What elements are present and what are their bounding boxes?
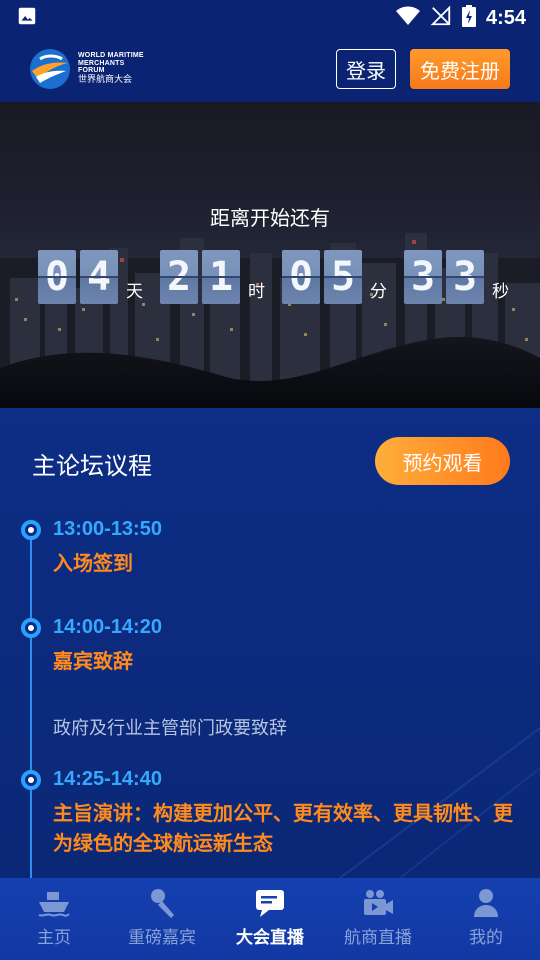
countdown-digit: 5 (324, 250, 362, 304)
brand-logo: WORLD MARITIME MERCHANTS FORUM 世界航商大会 (28, 47, 150, 91)
countdown-banner: 距离开始还有 0 4 天 2 1 时 0 5 分 3 3 秒 (0, 102, 540, 408)
nav-label: 重磅嘉宾 (128, 928, 196, 948)
timeline-line (30, 528, 32, 878)
agenda-item-title: 嘉宾致辞 (53, 649, 133, 673)
ship-icon (37, 886, 71, 920)
countdown-timer: 0 4 天 2 1 时 0 5 分 3 3 秒 (38, 250, 526, 304)
nav-item-conference-live[interactable]: 大会直播 (216, 878, 324, 960)
countdown-digit: 3 (404, 250, 442, 304)
chat-icon (253, 886, 287, 920)
countdown-unit-minute: 分 (370, 282, 387, 302)
app-header: WORLD MARITIME MERCHANTS FORUM 世界航商大会 登录… (0, 36, 540, 102)
reserve-watch-button[interactable]: 预约观看 (375, 437, 510, 485)
countdown-digit: 0 (282, 250, 320, 304)
countdown-unit-second: 秒 (492, 282, 509, 302)
countdown-digit: 3 (446, 250, 484, 304)
agenda-title: 主论坛议程 (32, 452, 152, 480)
agenda-item-title: 入场签到 (53, 551, 133, 575)
countdown-unit-day: 天 (126, 282, 143, 302)
agenda-item-time: 13:00-13:50 (53, 518, 162, 540)
nav-item-merchant-live[interactable]: 航商直播 (324, 878, 432, 960)
status-bar: 4:54 (0, 0, 540, 36)
agenda-item-time: 14:00-14:20 (53, 616, 162, 638)
image-notification-icon (16, 5, 38, 31)
nav-label: 主页 (37, 928, 71, 948)
agenda-item-title: 主旨演讲：构建更加公平、更有效率、更具韧性、更为绿色的全球航运新生态 (53, 801, 513, 855)
countdown-unit-hour: 时 (248, 282, 265, 302)
timeline-dot-icon (21, 520, 41, 540)
wifi-icon (395, 6, 420, 30)
timeline-dot-icon (21, 618, 41, 638)
nav-label: 大会直播 (236, 928, 304, 948)
logo-emblem-icon (30, 49, 70, 89)
countdown-digit: 4 (80, 250, 118, 304)
logo-chinese-text: 世界航商大会 (78, 75, 133, 86)
agenda-item-description: 政府及行业主管部门政要致辞 (53, 718, 287, 739)
video-camera-icon (361, 886, 395, 920)
login-button[interactable]: 登录 (336, 49, 396, 89)
agenda-section[interactable]: 主论坛议程 预约观看 13:00-13:50 入场签到 14:00-14:20 … (0, 408, 540, 878)
bottom-navigation: 主页 重磅嘉宾 大会直播 航商直播 我的 (0, 878, 540, 960)
nav-item-home[interactable]: 主页 (0, 878, 108, 960)
microphone-icon (145, 886, 179, 920)
timeline-dot-icon (21, 770, 41, 790)
nav-item-guests[interactable]: 重磅嘉宾 (108, 878, 216, 960)
user-icon (469, 886, 503, 920)
battery-icon (461, 5, 476, 31)
countdown-digit: 0 (38, 250, 76, 304)
logo-english-text: WORLD MARITIME MERCHANTS FORUM (78, 52, 144, 74)
register-button[interactable]: 免费注册 (410, 49, 510, 89)
nav-label: 航商直播 (344, 928, 412, 948)
no-signal-icon (430, 5, 452, 31)
nav-label: 我的 (469, 928, 503, 948)
nav-item-profile[interactable]: 我的 (432, 878, 540, 960)
agenda-item-time: 14:25-14:40 (53, 768, 162, 790)
countdown-digit: 2 (160, 250, 198, 304)
countdown-digit: 1 (202, 250, 240, 304)
countdown-title: 距离开始还有 (210, 206, 330, 230)
status-time: 4:54 (485, 6, 526, 29)
city-skyline-image (0, 233, 540, 408)
